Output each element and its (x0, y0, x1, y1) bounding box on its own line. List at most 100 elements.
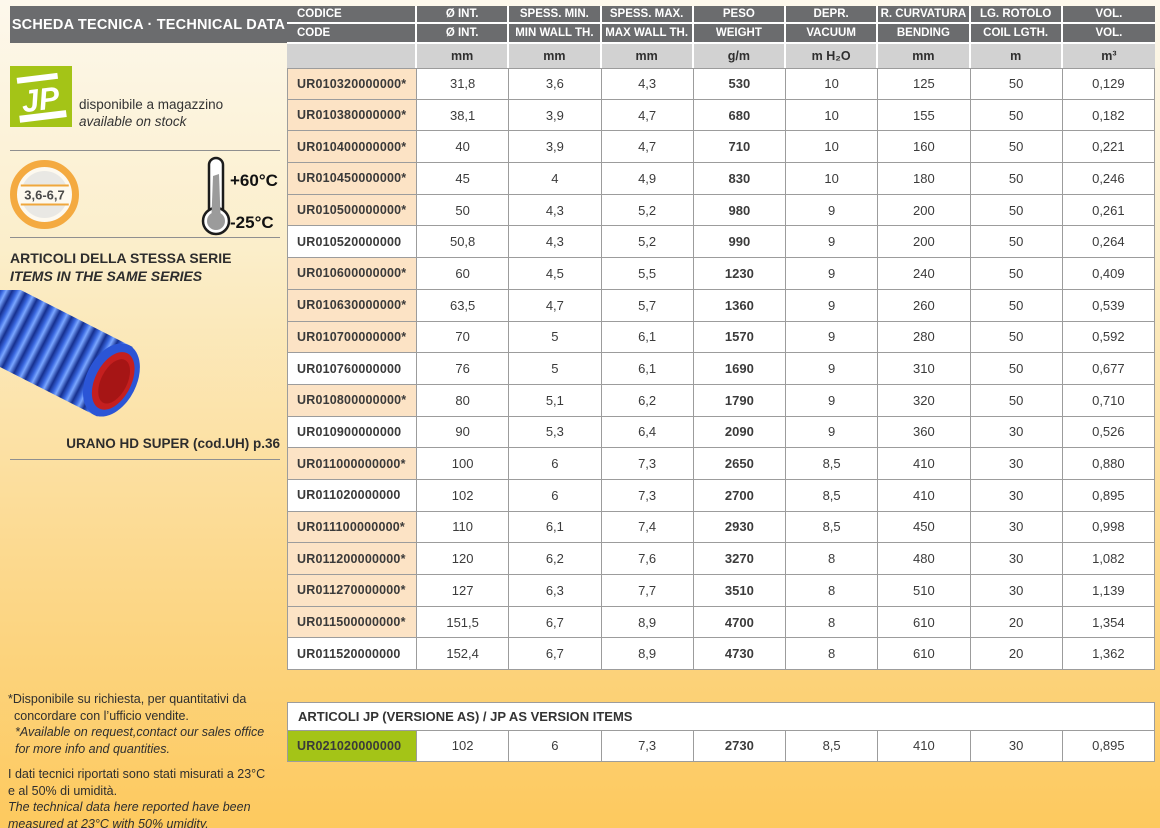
availability-note-en: available on stock (79, 113, 223, 130)
col-header-it-0: CODICE (287, 6, 417, 24)
table-row: UR010630000000*63,54,75,713609260500,539 (287, 290, 1155, 322)
row-value: 1790 (694, 385, 786, 417)
row-value: 0,592 (1063, 322, 1155, 354)
row-value: 50 (971, 353, 1063, 385)
table-row: UR010380000000*38,13,94,768010155500,182 (287, 100, 1155, 132)
as-row-code: UR021020000000 (287, 730, 417, 762)
row-value: 180 (878, 163, 970, 195)
row-value: 260 (878, 290, 970, 322)
row-value: 6,1 (509, 512, 601, 544)
unit-label-0 (287, 42, 417, 68)
row-value: 8 (786, 543, 878, 575)
row-value: 63,5 (417, 290, 509, 322)
row-code: UR010400000000* (287, 131, 417, 163)
unit-label-1: mm (417, 42, 509, 68)
row-value: 50 (971, 258, 1063, 290)
as-row-value: 410 (878, 730, 970, 762)
table-row: UR011200000000*1206,27,632708480301,082 (287, 543, 1155, 575)
page-title: SCHEDA TECNICA · TECHNICAL DATA (10, 6, 287, 43)
row-value: 45 (417, 163, 509, 195)
row-code: UR011100000000* (287, 512, 417, 544)
row-value: 8,9 (602, 607, 694, 639)
row-value: 8 (786, 575, 878, 607)
row-value: 6,7 (509, 607, 601, 639)
row-value: 50,8 (417, 226, 509, 258)
as-row-value: 6 (509, 730, 601, 762)
table-row: UR011270000000*1276,37,735108510301,139 (287, 575, 1155, 607)
row-value: 530 (694, 68, 786, 100)
unit-label-6: mm (878, 42, 970, 68)
row-value: 50 (971, 322, 1063, 354)
row-value: 5 (509, 322, 601, 354)
row-value: 160 (878, 131, 970, 163)
col-header-it-8: VOL. (1063, 6, 1155, 24)
diameter-range-badge: 3,6-6,7 (10, 160, 79, 229)
row-value: 360 (878, 417, 970, 449)
row-value: 3270 (694, 543, 786, 575)
row-value: 76 (417, 353, 509, 385)
row-value: 0,409 (1063, 258, 1155, 290)
row-code: UR010380000000* (287, 100, 417, 132)
row-value: 9 (786, 353, 878, 385)
row-value: 1230 (694, 258, 786, 290)
row-code: UR011520000000 (287, 638, 417, 670)
row-value: 5,2 (602, 226, 694, 258)
related-product-caption: URANO HD SUPER (cod.UH) p.36 (10, 436, 280, 451)
row-value: 1,139 (1063, 575, 1155, 607)
table-row: UR010400000000*403,94,771010160500,221 (287, 131, 1155, 163)
row-value: 1,362 (1063, 638, 1155, 670)
col-header-it-6: R. CURVATURA (878, 6, 970, 24)
as-row-value: 30 (971, 730, 1063, 762)
row-value: 980 (694, 195, 786, 227)
col-header-en-4: WEIGHT (694, 24, 786, 42)
row-code: UR010900000000 (287, 417, 417, 449)
row-value: 2650 (694, 448, 786, 480)
row-value: 410 (878, 480, 970, 512)
row-value: 30 (971, 448, 1063, 480)
row-value: 10 (786, 68, 878, 100)
row-value: 4,7 (602, 131, 694, 163)
footnote-request-en-2: for more info and quantities. (8, 741, 286, 758)
row-value: 200 (878, 226, 970, 258)
series-title-it: ARTICOLI DELLA STESSA SERIE (10, 250, 231, 268)
row-value: 120 (417, 543, 509, 575)
row-value: 8,5 (786, 512, 878, 544)
row-value: 200 (878, 195, 970, 227)
row-value: 9 (786, 385, 878, 417)
row-value: 7,4 (602, 512, 694, 544)
row-value: 30 (971, 417, 1063, 449)
col-header-en-6: BENDING (878, 24, 970, 42)
as-row-value: 7,3 (602, 730, 694, 762)
row-value: 5,2 (602, 195, 694, 227)
row-value: 0,998 (1063, 512, 1155, 544)
footnote-measure-en-1: The technical data here reported have be… (8, 799, 286, 816)
row-value: 8 (786, 638, 878, 670)
row-value: 50 (971, 163, 1063, 195)
row-value: 151,5 (417, 607, 509, 639)
col-header-it-1: Ø INT. (417, 6, 509, 24)
footnote-measure-it-1: I dati tecnici riportati sono stati misu… (8, 766, 286, 783)
row-value: 60 (417, 258, 509, 290)
row-value: 0,880 (1063, 448, 1155, 480)
row-value: 710 (694, 131, 786, 163)
row-value: 3510 (694, 575, 786, 607)
row-value: 20 (971, 607, 1063, 639)
divider (10, 459, 280, 460)
row-value: 3,9 (509, 100, 601, 132)
table-units-row: mmmmmmg/mm H₂Ommmm³ (287, 42, 1155, 68)
row-value: 6,2 (509, 543, 601, 575)
row-value: 0,526 (1063, 417, 1155, 449)
row-value: 3,9 (509, 131, 601, 163)
row-value: 50 (971, 226, 1063, 258)
row-value: 5,7 (602, 290, 694, 322)
row-code: UR010800000000* (287, 385, 417, 417)
jp-logo-icon: JP (10, 66, 72, 127)
series-title: ARTICOLI DELLA STESSA SERIE ITEMS IN THE… (10, 250, 231, 285)
row-value: 6,7 (509, 638, 601, 670)
series-title-en: ITEMS IN THE SAME SERIES (10, 268, 231, 286)
row-value: 4,5 (509, 258, 601, 290)
unit-label-8: m³ (1063, 42, 1155, 68)
table-row: UR010320000000*31,83,64,353010125500,129 (287, 68, 1155, 100)
row-value: 8,5 (786, 448, 878, 480)
row-value: 5,5 (602, 258, 694, 290)
